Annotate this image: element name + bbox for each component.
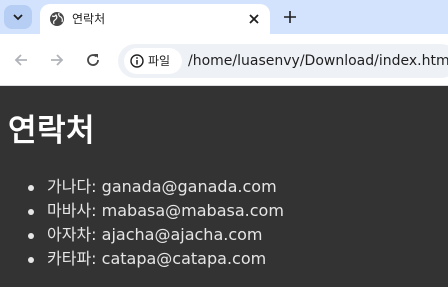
contact-email: ajacha@ajacha.com	[101, 225, 263, 244]
contact-email: catapa@catapa.com	[101, 249, 267, 268]
contact-name: 마바사	[47, 201, 92, 220]
scheme-label: 파일	[148, 54, 171, 68]
tab-search-button[interactable]	[4, 5, 32, 29]
list-item: 아자차: ajacha@ajacha.com	[28, 223, 284, 247]
tab-strip: 연락처	[0, 0, 448, 34]
list-item: 가나다: ganada@ganada.com	[28, 175, 284, 199]
list-item: 마바사: mabasa@mabasa.com	[28, 199, 284, 223]
close-icon[interactable]	[246, 11, 262, 27]
contact-separator: :	[91, 249, 102, 268]
browser-tab[interactable]: 연락처	[40, 4, 270, 34]
contact-name: 아자차	[47, 225, 92, 244]
site-info-chip[interactable]: 파일	[124, 48, 182, 74]
reload-icon[interactable]	[84, 51, 102, 69]
toolbar: 파일 /home/luasenvy/Download/index.html	[0, 34, 448, 86]
contact-name: 카타파	[47, 249, 92, 268]
contact-email: mabasa@mabasa.com	[101, 201, 284, 220]
forward-icon[interactable]	[48, 51, 66, 69]
contact-name: 가나다	[47, 177, 92, 196]
globe-icon	[50, 12, 64, 26]
page-title: 연락처	[8, 113, 96, 149]
tab-title: 연락처	[72, 12, 106, 26]
chevron-down-icon	[13, 14, 23, 21]
contact-list: 가나다: ganada@ganada.com 마바사: mabasa@mabas…	[28, 175, 284, 271]
url-text[interactable]: /home/luasenvy/Download/index.html	[188, 51, 448, 71]
page-content: 연락처 가나다: ganada@ganada.com 마바사: mabasa@m…	[0, 87, 448, 287]
list-item: 카타파: catapa@catapa.com	[28, 247, 284, 271]
contact-separator: :	[91, 225, 102, 244]
address-bar[interactable]: 파일 /home/luasenvy/Download/index.html	[118, 44, 448, 78]
contact-separator: :	[91, 177, 102, 196]
contact-email: ganada@ganada.com	[101, 177, 277, 196]
new-tab-icon[interactable]	[282, 9, 298, 25]
info-icon	[130, 54, 144, 68]
contact-separator: :	[91, 201, 102, 220]
back-icon[interactable]	[12, 51, 30, 69]
